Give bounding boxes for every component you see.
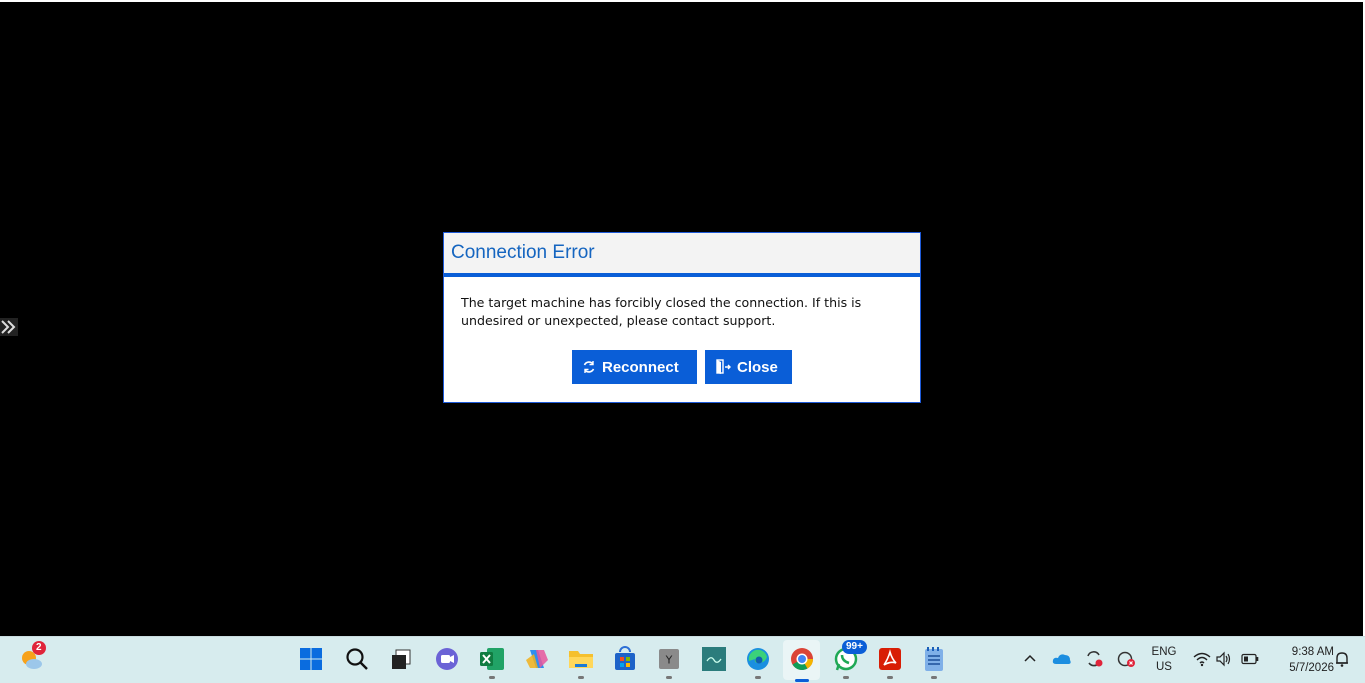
dialog-header: Connection Error	[444, 233, 920, 277]
clock-time: 9:38 AM	[1291, 646, 1334, 658]
excel-icon[interactable]	[478, 645, 506, 679]
taskbar: 2 Y 99+ ENG US 9:38 AM 5/7/2026	[0, 636, 1365, 683]
weather-icon[interactable]: 2	[18, 641, 46, 673]
copilot-icon[interactable]	[523, 645, 551, 673]
expand-panel-icon[interactable]	[0, 318, 18, 336]
battery-icon[interactable]	[1236, 645, 1264, 673]
edge-icon[interactable]	[744, 645, 772, 679]
security-icon[interactable]	[1112, 645, 1140, 673]
reconnect-button[interactable]: Reconnect	[572, 350, 697, 384]
running-indicator	[489, 676, 495, 679]
chevron-up-icon[interactable]	[1016, 645, 1044, 673]
whatsapp-icon[interactable]: 99+	[832, 640, 867, 679]
sync-icon[interactable]	[1080, 645, 1108, 673]
task-view-icon[interactable]	[388, 645, 416, 673]
app-y-icon[interactable]: Y	[655, 645, 683, 679]
teams-icon[interactable]	[433, 645, 461, 673]
dialog-title: Connection Error	[451, 242, 595, 263]
connection-error-dialog: Connection Error The target machine has …	[443, 232, 921, 403]
arabic-app-icon[interactable]	[700, 645, 728, 673]
running-indicator	[931, 676, 937, 679]
notepad-icon[interactable]	[920, 645, 948, 679]
dialog-buttons: Reconnect Close	[444, 350, 920, 384]
running-indicator	[843, 676, 849, 679]
clock[interactable]: 9:38 AM 5/7/2026	[1268, 644, 1334, 676]
volume-icon[interactable]	[1210, 645, 1238, 673]
refresh-icon	[583, 361, 595, 373]
running-indicator	[666, 676, 672, 679]
store-icon[interactable]	[611, 645, 639, 673]
remote-frame-top	[0, 0, 1365, 2]
running-indicator	[578, 676, 584, 679]
clock-date: 5/7/2026	[1289, 662, 1334, 674]
notification-icon[interactable]	[1328, 645, 1356, 673]
search-icon[interactable]	[343, 645, 371, 673]
whatsapp-badge: 99+	[842, 640, 867, 654]
start-icon[interactable]	[297, 645, 325, 673]
exit-door-icon	[716, 359, 731, 374]
onedrive-icon[interactable]	[1048, 645, 1076, 673]
reconnect-label: Reconnect	[602, 358, 679, 376]
language-indicator[interactable]: ENG US	[1148, 645, 1180, 675]
file-explorer-icon[interactable]	[567, 645, 595, 679]
acrobat-icon[interactable]	[876, 645, 904, 679]
close-label: Close	[737, 358, 778, 376]
running-indicator	[755, 676, 761, 679]
svg-text:Y: Y	[665, 654, 673, 667]
running-indicator	[887, 676, 893, 679]
chrome-icon[interactable]	[788, 645, 816, 673]
language-region: US	[1156, 661, 1172, 673]
language-code: ENG	[1151, 646, 1177, 658]
close-button[interactable]: Close	[705, 350, 792, 384]
weather-badge: 2	[32, 641, 46, 655]
dialog-message: The target machine has forcibly closed t…	[461, 295, 862, 328]
